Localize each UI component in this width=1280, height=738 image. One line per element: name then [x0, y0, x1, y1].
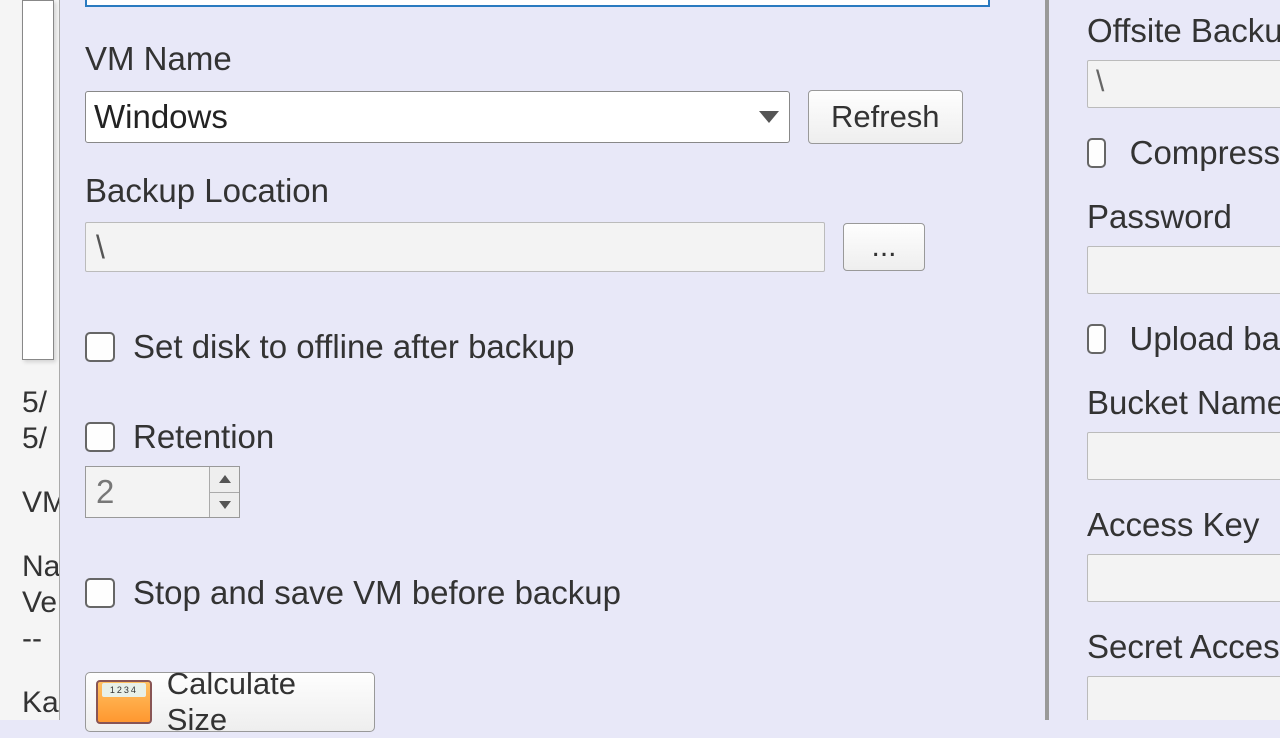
- stopsave-section: Stop and save VM before backup: [85, 574, 621, 642]
- panel-divider: [1045, 0, 1049, 720]
- password-label: Password: [1087, 198, 1280, 236]
- bg-line: Ka: [22, 685, 60, 720]
- triangle-up-icon: [219, 475, 231, 483]
- vm-name-select[interactable]: Windows: [85, 91, 790, 143]
- background-window: 5/ 5/ VM Na Ve -- Ka: [0, 0, 60, 720]
- main-panel: VM Name Windows Refresh Backup Location …: [60, 0, 1045, 720]
- stopsave-checkbox[interactable]: [85, 578, 115, 608]
- offline-label: Set disk to offline after backup: [133, 328, 575, 366]
- upload-checkbox[interactable]: [1087, 324, 1106, 354]
- offline-checkbox[interactable]: [85, 332, 115, 362]
- triangle-down-icon: [219, 501, 231, 509]
- bg-line: 5/: [22, 421, 60, 457]
- stopsave-label: Stop and save VM before backup: [133, 574, 621, 612]
- right-panel: Offsite Backup \ Compress Password Uploa…: [1055, 0, 1280, 720]
- secret-key-label: Secret Access K: [1087, 628, 1280, 666]
- chevron-down-icon: [759, 111, 779, 123]
- calculator-icon: [96, 680, 152, 724]
- backup-location-input[interactable]: \: [85, 222, 825, 272]
- spinner-down-button[interactable]: [210, 493, 239, 518]
- browse-button[interactable]: ...: [843, 223, 925, 271]
- retention-value: 2: [86, 467, 209, 517]
- compress-checkbox[interactable]: [1087, 138, 1106, 168]
- retention-spinner[interactable]: 2: [85, 466, 240, 518]
- bg-line: 5/: [22, 385, 60, 421]
- vm-name-value: Windows: [94, 98, 228, 136]
- bg-line: --: [22, 621, 60, 657]
- spinner-controls: [209, 467, 239, 517]
- offsite-input[interactable]: \: [1087, 60, 1280, 108]
- bg-line: VM: [22, 485, 60, 521]
- bucket-label: Bucket Name: [1087, 384, 1280, 422]
- background-text: 5/ 5/ VM Na Ve -- Ka: [22, 385, 60, 720]
- refresh-button[interactable]: Refresh: [808, 90, 963, 144]
- calculate-label: Calculate Size: [167, 666, 364, 738]
- spinner-up-button[interactable]: [210, 467, 239, 493]
- retention-checkbox[interactable]: [85, 422, 115, 452]
- bg-line: Ve: [22, 585, 60, 621]
- vm-name-section: VM Name Windows Refresh: [85, 40, 963, 144]
- upload-label: Upload ba: [1130, 320, 1280, 358]
- vm-name-label: VM Name: [85, 40, 963, 78]
- secret-key-input[interactable]: [1087, 676, 1280, 720]
- background-inner-panel: [22, 0, 54, 360]
- offline-section: Set disk to offline after backup: [85, 328, 575, 396]
- compress-label: Compress: [1130, 134, 1280, 172]
- retention-label: Retention: [133, 418, 274, 456]
- access-key-label: Access Key: [1087, 506, 1280, 544]
- top-text-field[interactable]: [85, 0, 990, 7]
- calculate-size-button[interactable]: Calculate Size: [85, 672, 375, 732]
- password-input[interactable]: [1087, 246, 1280, 294]
- bucket-input[interactable]: [1087, 432, 1280, 480]
- access-key-input[interactable]: [1087, 554, 1280, 602]
- backup-location-label: Backup Location: [85, 172, 925, 210]
- bg-line: Na: [22, 549, 60, 585]
- backup-location-section: Backup Location \ ...: [85, 172, 925, 272]
- retention-section: Retention 2: [85, 418, 274, 518]
- offsite-label: Offsite Backup: [1087, 12, 1280, 50]
